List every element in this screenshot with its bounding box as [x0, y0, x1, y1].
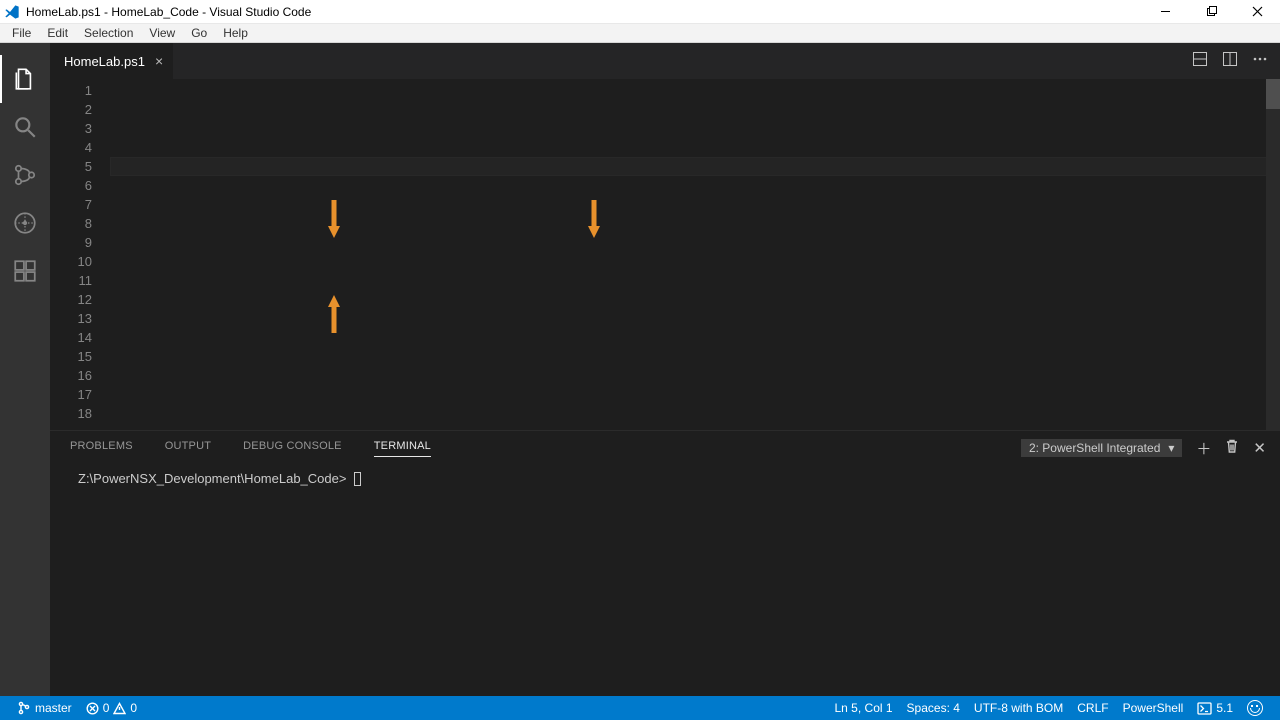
smiley-icon: [1247, 700, 1263, 716]
gutter: 123456789101112131415161718: [50, 79, 110, 430]
activity-extensions[interactable]: [0, 247, 50, 295]
activity-git[interactable]: [0, 151, 50, 199]
terminal-cursor: [354, 472, 361, 486]
status-bar: master 0 0 Ln 5, Col 1 Spaces: 4 UTF-8 w…: [0, 696, 1280, 720]
panel-tab-debugconsole[interactable]: DEBUG CONSOLE: [243, 440, 342, 456]
tab-label: HomeLab.ps1: [64, 54, 145, 69]
more-icon[interactable]: [1252, 51, 1268, 72]
panel: PROBLEMS OUTPUT DEBUG CONSOLE TERMINAL 2…: [50, 430, 1280, 696]
tab-actions: [1192, 43, 1280, 79]
chevron-down-icon: ▾: [1168, 441, 1174, 455]
status-feedback[interactable]: [1240, 700, 1270, 716]
status-encoding[interactable]: UTF-8 with BOM: [967, 701, 1070, 715]
panel-tab-problems[interactable]: PROBLEMS: [70, 440, 133, 456]
annotation-arrow-server: [328, 162, 338, 202]
window-title: HomeLab.ps1 - HomeLab_Code - Visual Stud…: [26, 5, 1142, 19]
panel-tabs: PROBLEMS OUTPUT DEBUG CONSOLE TERMINAL 2…: [50, 431, 1280, 465]
annotation-arrow-credential: [588, 162, 598, 202]
status-language[interactable]: PowerShell: [1116, 701, 1191, 715]
menu-selection[interactable]: Selection: [76, 26, 141, 40]
status-git-branch[interactable]: master: [10, 701, 79, 715]
menu-go[interactable]: Go: [183, 26, 215, 40]
menu-view[interactable]: View: [141, 26, 183, 40]
close-button[interactable]: [1234, 0, 1280, 23]
panel-tab-output[interactable]: OUTPUT: [165, 440, 211, 456]
status-ps-version[interactable]: 5.1: [1190, 701, 1240, 715]
app-body: HomeLab.ps1 × 12345678910111213141516171…: [0, 43, 1280, 696]
vscode-logo-icon: [4, 4, 20, 20]
panel-tab-terminal[interactable]: TERMINAL: [374, 440, 431, 457]
close-panel-icon[interactable]: ✕: [1253, 439, 1266, 457]
scroll-thumb[interactable]: [1266, 79, 1280, 109]
terminal[interactable]: Z:\PowerNSX_Development\HomeLab_Code>: [50, 465, 1280, 696]
minimize-button[interactable]: [1142, 0, 1188, 23]
status-problems[interactable]: 0 0: [79, 701, 144, 715]
activity-search[interactable]: [0, 103, 50, 151]
current-line-highlight: [110, 157, 1268, 176]
maximize-button[interactable]: [1188, 0, 1234, 23]
split-down-icon[interactable]: [1192, 51, 1208, 72]
terminal-selector-label: 2: PowerShell Integrated: [1029, 441, 1160, 455]
activity-debug[interactable]: [0, 199, 50, 247]
editor[interactable]: 123456789101112131415161718 $NSX = Conne…: [50, 79, 1280, 430]
status-cursor-pos[interactable]: Ln 5, Col 1: [828, 701, 900, 715]
code-area[interactable]: $NSX = Connect-NsxServer -Server nsx.vir…: [110, 79, 1280, 430]
tab-bar: HomeLab.ps1 ×: [50, 43, 1280, 79]
editor-panel-column: HomeLab.ps1 × 12345678910111213141516171…: [50, 43, 1280, 696]
status-spaces[interactable]: Spaces: 4: [900, 701, 967, 715]
titlebar: HomeLab.ps1 - HomeLab_Code - Visual Stud…: [0, 0, 1280, 23]
tab-homelab[interactable]: HomeLab.ps1 ×: [50, 43, 173, 79]
activity-bar: [0, 43, 50, 696]
menu-file[interactable]: File: [4, 26, 39, 40]
menubar: File Edit Selection View Go Help: [0, 23, 1280, 43]
menu-help[interactable]: Help: [215, 26, 256, 40]
activity-explorer[interactable]: [0, 55, 50, 103]
status-eol[interactable]: CRLF: [1070, 701, 1115, 715]
split-right-icon[interactable]: [1222, 51, 1238, 72]
terminal-prompt: Z:\PowerNSX_Development\HomeLab_Code>: [78, 471, 346, 486]
new-terminal-icon[interactable]: ＋: [1196, 438, 1211, 459]
menu-edit[interactable]: Edit: [39, 26, 76, 40]
annotation-arrow-vicred: [328, 255, 338, 295]
window-controls: [1142, 0, 1280, 23]
tab-close-icon[interactable]: ×: [155, 53, 163, 69]
terminal-selector[interactable]: 2: PowerShell Integrated ▾: [1021, 439, 1182, 457]
kill-terminal-icon[interactable]: [1225, 439, 1239, 457]
